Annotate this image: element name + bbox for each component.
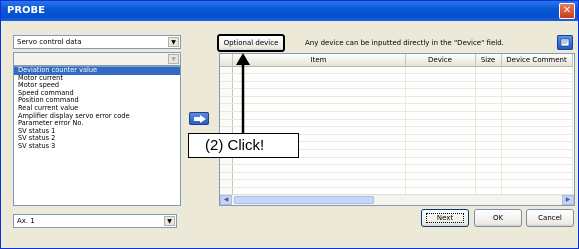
annotation-callout: (2) Click! xyxy=(188,133,299,158)
probe-dialog: PROBE ✕ Servo control data ▼ ▼ Deviation… xyxy=(0,0,579,249)
callout-arrow xyxy=(236,53,250,133)
annotation-text: (2) Click! xyxy=(205,137,265,154)
